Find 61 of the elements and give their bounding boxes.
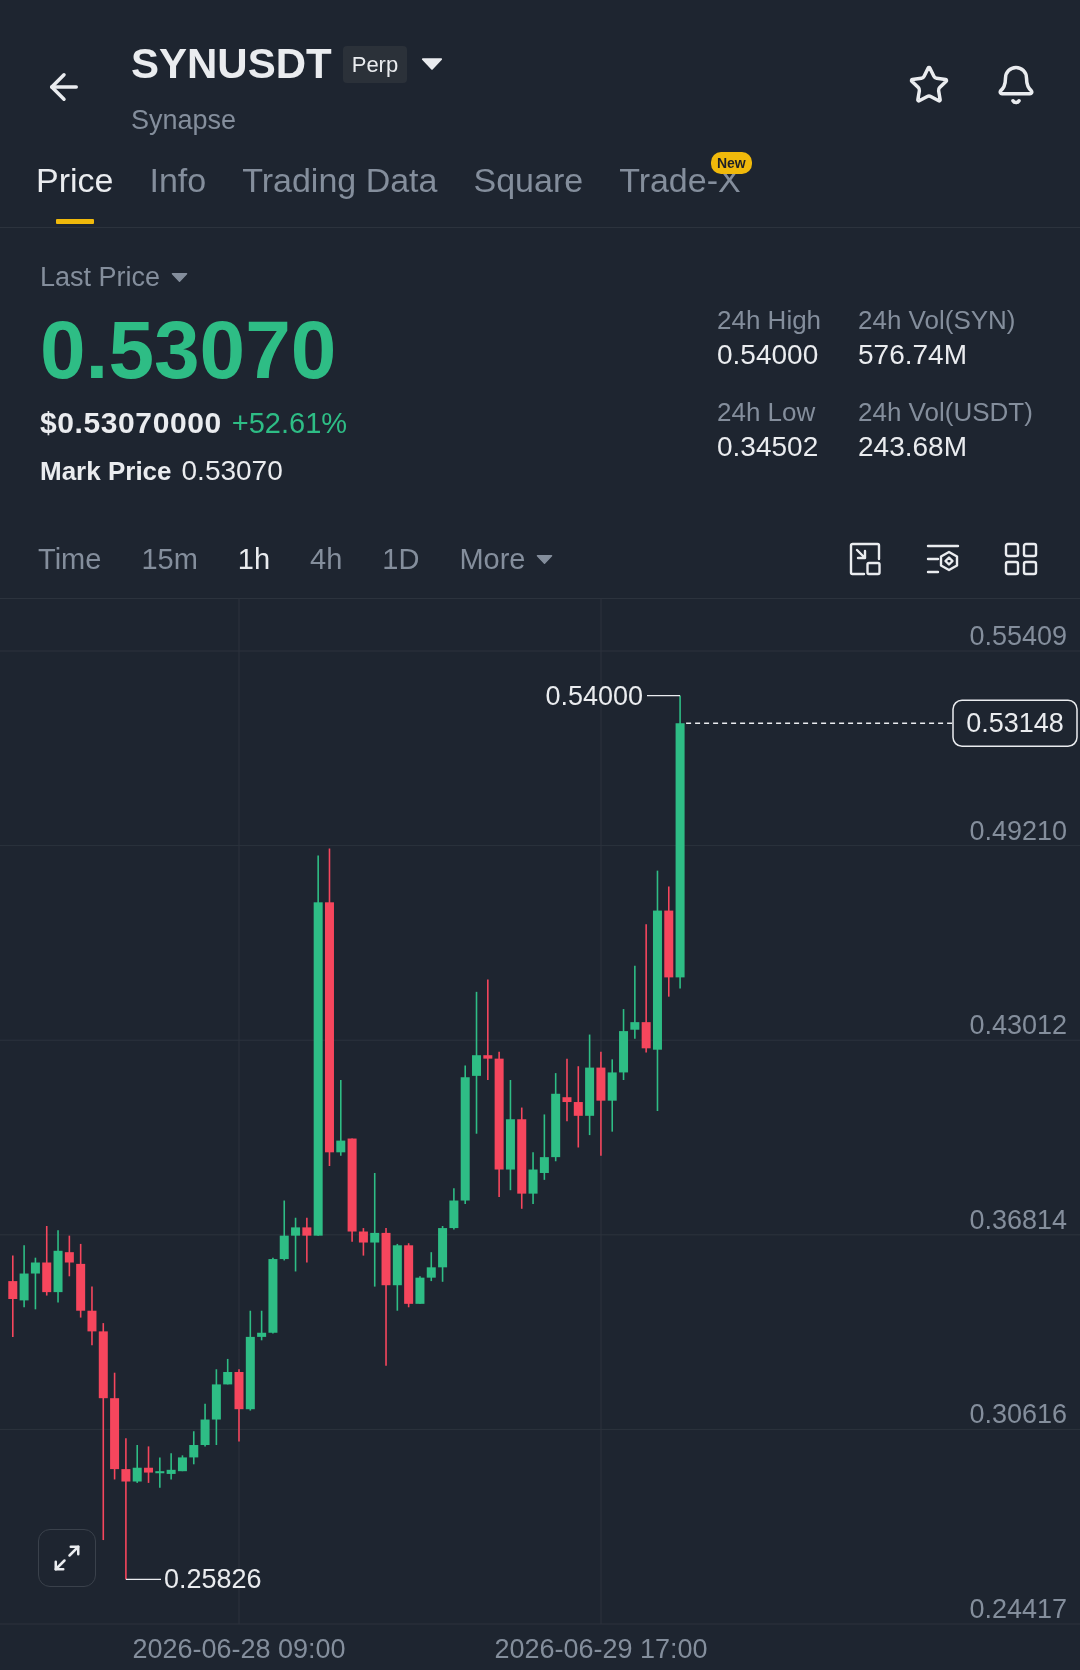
stat-label: 24h Low bbox=[717, 396, 817, 429]
candlestick bbox=[30, 1256, 40, 1311]
stat-value: 576.74M bbox=[858, 338, 968, 372]
price-axis-label: 0.30616 bbox=[969, 1399, 1067, 1430]
caret-icon[interactable] bbox=[421, 57, 444, 71]
price-axis-label: 0.24417 bbox=[969, 1594, 1067, 1624]
pair-title: SYNUSDT bbox=[131, 40, 332, 88]
candlestick bbox=[562, 1057, 572, 1123]
stat-label: 24h Vol(SYN) bbox=[858, 304, 1017, 337]
interval-tab[interactable]: 15m bbox=[141, 542, 198, 576]
candlestick bbox=[291, 1216, 301, 1273]
candlestick bbox=[42, 1225, 52, 1297]
candlestick bbox=[19, 1244, 29, 1309]
time-axis-label: 2026-06-29 17:00 bbox=[494, 1634, 708, 1664]
stat-label: 24h High bbox=[717, 304, 823, 337]
stat-value: 0.54000 bbox=[717, 338, 820, 372]
interval-menu[interactable]: More bbox=[459, 542, 554, 576]
stat-value: 0.34502 bbox=[717, 430, 820, 464]
high-price-label: 0.54000 bbox=[545, 680, 643, 711]
star-icon[interactable] bbox=[908, 64, 950, 106]
tab[interactable]: Square bbox=[473, 140, 584, 227]
current-price-tag: 0.53148 bbox=[952, 699, 1078, 747]
candlestick bbox=[189, 1430, 199, 1466]
interval-tab[interactable]: Time bbox=[38, 542, 102, 576]
interval-tab[interactable]: 4h bbox=[310, 542, 343, 576]
candlestick bbox=[279, 1199, 289, 1262]
mark-price-value: 0.53070 bbox=[181, 455, 283, 487]
candlestick bbox=[155, 1456, 165, 1489]
usd-price: $0.53070000 bbox=[40, 406, 222, 440]
fullscreen-button[interactable] bbox=[38, 1529, 96, 1587]
price-axis-label: 0.43012 bbox=[969, 1010, 1067, 1041]
leader-line bbox=[646, 695, 681, 697]
new-badge: New bbox=[710, 152, 752, 174]
expand-icon bbox=[52, 1543, 82, 1573]
resize-window-icon[interactable] bbox=[847, 541, 883, 577]
grid-icon[interactable] bbox=[1003, 541, 1039, 577]
caret-icon bbox=[536, 553, 554, 565]
coin-name: Synapse bbox=[131, 104, 238, 136]
price-axis-label: 0.49210 bbox=[969, 815, 1067, 846]
leader-line bbox=[125, 1578, 162, 1580]
interval-tab[interactable]: 1D bbox=[382, 542, 420, 576]
tab[interactable]: Price bbox=[36, 140, 114, 227]
stat-label: 24h Vol(USDT) bbox=[858, 396, 1034, 429]
price-change: +52.61% bbox=[231, 406, 348, 440]
price-axis-label: 0.36814 bbox=[969, 1204, 1067, 1235]
candlestick bbox=[426, 1251, 436, 1282]
low-price-label: 0.25826 bbox=[164, 1564, 262, 1595]
tab[interactable]: Info bbox=[149, 140, 207, 227]
caret-icon bbox=[171, 271, 189, 283]
mark-price-label: Mark Price bbox=[40, 455, 172, 487]
time-axis-label: 2026-06-28 09:00 bbox=[132, 1634, 346, 1664]
price-axis-label: 0.55409 bbox=[969, 621, 1067, 651]
last-price: 0.53070 bbox=[40, 308, 337, 392]
candlestick bbox=[539, 1113, 549, 1181]
stat-value: 243.68M bbox=[858, 430, 968, 464]
tab[interactable]: Trading Data bbox=[242, 140, 438, 227]
contract-badge: Perp bbox=[342, 45, 408, 83]
price-type-selector[interactable]: Last Price bbox=[40, 262, 189, 292]
candlestick bbox=[144, 1445, 153, 1484]
interval-tab[interactable]: 1h bbox=[237, 542, 271, 576]
candlestick bbox=[438, 1225, 448, 1283]
